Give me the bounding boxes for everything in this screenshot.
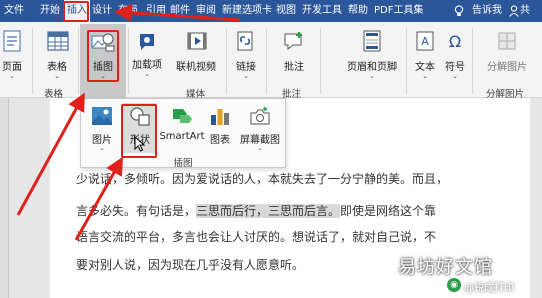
highlight-box-illustrations (87, 30, 119, 82)
tab-design[interactable]: 设计 (92, 0, 112, 22)
smartart-icon (173, 109, 192, 123)
header-footer-icon (363, 30, 381, 52)
watermark-handle: @锐成打印 (464, 283, 514, 294)
tab-new-tab[interactable]: 新建选项卡 (222, 0, 272, 22)
doc-paragraph-line: 语言交流的平台，多言也会让人讨厌的。想说话了，就对自己说，不 (76, 230, 437, 244)
chevron-down-icon: ⌄ (99, 144, 105, 152)
picture-button[interactable]: 图片 ⌄ (85, 103, 119, 153)
link-icon (237, 31, 253, 51)
online-video-button[interactable]: 联机视频 (168, 26, 224, 82)
ribbon: 页面 ⌄ 表格 ⌄ 表格 插图 ⌄ 加载项 ⌄ 联机视频 媒体 链接 ⌄ 批注 … (0, 22, 542, 100)
table-label: 表格 (47, 62, 67, 73)
tab-home[interactable]: 开始 (40, 0, 60, 22)
chart-icon (211, 109, 229, 125)
chevron-down-icon: ⌄ (257, 144, 263, 152)
header-footer-button[interactable]: 页眉和页脚 ⌄ (340, 26, 404, 82)
lightbulb-icon (454, 5, 464, 16)
illustrations-dropdown: 图片 ⌄ 形状 ⌄ SmartArt 图表 屏幕截图 ⌄ 插图 (80, 98, 286, 169)
group-divider (266, 28, 267, 94)
group-divider (472, 28, 473, 94)
symbols-button[interactable]: Ω 符号 ⌄ (440, 26, 470, 82)
text-box-icon: A (416, 31, 434, 51)
comment-icon (284, 32, 302, 51)
page-icon (3, 30, 21, 52)
share-person-icon (509, 5, 519, 17)
tab-help[interactable]: 帮助 (348, 0, 368, 22)
video-icon (187, 32, 207, 50)
links-label: 链接 (236, 62, 256, 73)
comment-label: 批注 (284, 62, 304, 73)
doc-paragraph-line: 言多必失。有句话是，三思而后行，三思而后言。即使是网络这个靠 (76, 202, 436, 219)
split-picture-button[interactable]: 分解图片 (476, 26, 538, 82)
text-button[interactable]: A 文本 ⌄ (410, 26, 440, 82)
addins-button[interactable]: 加载项 ⌄ (130, 26, 164, 82)
camera-icon (250, 107, 270, 125)
svg-text:Ω: Ω (449, 32, 461, 51)
group-divider (78, 28, 79, 94)
split-picture-label: 分解图片 (487, 62, 527, 73)
omega-icon: Ω (449, 32, 461, 51)
doc-paragraph-line: 要对别人说，因为现在几乎没有人愿意听。 (76, 258, 305, 272)
dropdown-group-label: 插图 (173, 158, 193, 169)
tab-mailings[interactable]: 邮件 (170, 0, 190, 22)
group-divider (32, 28, 33, 94)
screenshot-button[interactable]: 屏幕截图 ⌄ (235, 103, 285, 153)
doc-paragraph-line: 少说话，多倾听。因为爱说话的人，本就失去了一分宁静的美。而且， (76, 172, 449, 186)
tab-view[interactable]: 视图 (276, 0, 296, 22)
group-divider (320, 28, 321, 94)
table-button[interactable]: 表格 ⌄ (38, 26, 76, 82)
doc-text: 言多必失。有句话是， (76, 204, 197, 218)
addins-icon (140, 34, 154, 50)
chevron-down-icon: ⌄ (144, 70, 150, 78)
text-label: 文本 (415, 62, 435, 73)
links-button[interactable]: 链接 ⌄ (230, 26, 262, 82)
online-video-label: 联机视频 (176, 62, 216, 73)
tab-review[interactable]: 审阅 (196, 0, 216, 22)
tab-file[interactable]: 文件 (4, 0, 24, 22)
picture-icon (92, 107, 112, 125)
smartart-button[interactable]: SmartArt (159, 103, 205, 153)
vertical-ruler (0, 98, 9, 298)
tab-references[interactable]: 引用 (146, 0, 166, 22)
tell-me-search[interactable]: 告诉我 (472, 0, 502, 22)
tab-layout[interactable]: 布局 (118, 0, 138, 22)
chart-button[interactable]: 图表 (207, 103, 233, 153)
comment-button[interactable]: 批注 (272, 26, 316, 82)
symbols-label: 符号 (445, 62, 465, 73)
watermark-logo-icon: ◉ (447, 278, 461, 292)
smartart-label: SmartArt (159, 131, 205, 142)
tab-developer[interactable]: 开发工具 (302, 0, 342, 22)
addins-label: 加载项 (132, 60, 162, 71)
pages-button[interactable]: 页面 ⌄ (0, 26, 24, 82)
group-divider (128, 28, 129, 94)
chevron-down-icon: ⌄ (422, 72, 428, 80)
highlight-box-insert-tab (63, 1, 89, 22)
chevron-down-icon: ⌄ (54, 72, 60, 80)
pages-label: 页面 (2, 62, 22, 73)
tab-pdf-tools[interactable]: PDF工具集 (374, 0, 423, 22)
group-divider (226, 28, 227, 94)
chevron-down-icon: ⌄ (9, 72, 15, 80)
chevron-down-icon: ⌄ (369, 72, 375, 80)
svg-text:A: A (421, 35, 429, 48)
group-divider (406, 28, 407, 94)
split-picture-icon (498, 32, 516, 50)
doc-text: 即使是网络这个靠 (340, 204, 437, 218)
highlight-box-shapes (121, 104, 157, 158)
chevron-down-icon: ⌄ (452, 72, 458, 80)
table-icon (47, 31, 69, 51)
chevron-down-icon: ⌄ (243, 72, 249, 80)
header-footer-label: 页眉和页脚 (347, 62, 397, 73)
watermark-text: 易坊好文馆 (398, 257, 493, 278)
chart-label: 图表 (210, 135, 230, 146)
share-button[interactable]: 共 (520, 0, 530, 22)
doc-selected-text: 三思而后行，三思而后言。 (196, 204, 341, 218)
